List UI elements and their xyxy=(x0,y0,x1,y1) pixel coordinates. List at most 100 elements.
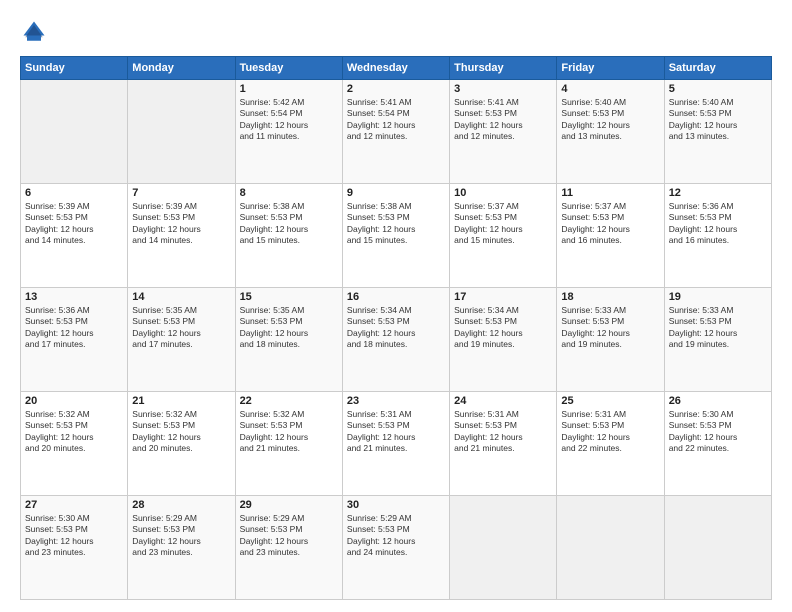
calendar-cell: 22 Sunrise: 5:32 AM Sunset: 5:53 PM Dayli… xyxy=(235,392,342,496)
calendar-cell: 7 Sunrise: 5:39 AM Sunset: 5:53 PM Daylig… xyxy=(128,184,235,288)
cell-info: Sunrise: 5:32 AM Sunset: 5:53 PM Dayligh… xyxy=(240,409,338,455)
calendar-row-2: 13 Sunrise: 5:36 AM Sunset: 5:53 PM Dayli… xyxy=(21,288,772,392)
calendar-cell: 28Sunrise: 5:29 AM Sunset: 5:53 PM Dayli… xyxy=(128,496,235,600)
calendar-cell xyxy=(450,496,557,600)
day-number: 4 xyxy=(561,83,659,95)
cell-info: Sunrise: 5:37 AM Sunset: 5:53 PM Dayligh… xyxy=(561,201,659,247)
calendar-cell: 18 Sunrise: 5:33 AM Sunset: 5:53 PM Dayli… xyxy=(557,288,664,392)
day-number: 24 xyxy=(454,395,552,407)
day-number: 14 xyxy=(132,291,230,303)
day-number: 27 xyxy=(25,499,123,511)
cell-info: Sunrise: 5:29 AM Sunset: 5:53 PM Dayligh… xyxy=(347,513,445,559)
cell-info: Sunrise: 5:33 AM Sunset: 5:53 PM Dayligh… xyxy=(561,305,659,351)
calendar-cell xyxy=(664,496,771,600)
day-number: 2 xyxy=(347,83,445,95)
calendar-cell: 19 Sunrise: 5:33 AM Sunset: 5:53 PM Dayli… xyxy=(664,288,771,392)
calendar-cell: 20 Sunrise: 5:32 AM Sunset: 5:53 PM Dayli… xyxy=(21,392,128,496)
cell-info: Sunrise: 5:31 AM Sunset: 5:53 PM Dayligh… xyxy=(347,409,445,455)
calendar-cell: 24 Sunrise: 5:31 AM Sunset: 5:53 PM Dayli… xyxy=(450,392,557,496)
calendar-cell: 2 Sunrise: 5:41 AM Sunset: 5:54 PM Daylig… xyxy=(342,80,449,184)
day-number: 26 xyxy=(669,395,767,407)
calendar-row-0: 1 Sunrise: 5:42 AM Sunset: 5:54 PM Daylig… xyxy=(21,80,772,184)
cell-info: Sunrise: 5:30 AM Sunset: 5:53 PM Dayligh… xyxy=(25,513,123,559)
cell-info: Sunrise: 5:34 AM Sunset: 5:53 PM Dayligh… xyxy=(347,305,445,351)
cell-info: Sunrise: 5:41 AM Sunset: 5:54 PM Dayligh… xyxy=(347,97,445,143)
day-number: 11 xyxy=(561,187,659,199)
day-number: 16 xyxy=(347,291,445,303)
calendar-cell: 5Sunrise: 5:40 AM Sunset: 5:53 PM Daylig… xyxy=(664,80,771,184)
cell-info: Sunrise: 5:40 AM Sunset: 5:53 PM Dayligh… xyxy=(669,97,767,143)
day-number: 18 xyxy=(561,291,659,303)
weekday-header-row: SundayMondayTuesdayWednesdayThursdayFrid… xyxy=(21,57,772,80)
weekday-header-thursday: Thursday xyxy=(450,57,557,80)
calendar-cell: 15 Sunrise: 5:35 AM Sunset: 5:53 PM Dayli… xyxy=(235,288,342,392)
logo xyxy=(20,18,52,46)
logo-icon xyxy=(20,18,48,46)
cell-info: Sunrise: 5:29 AM Sunset: 5:53 PM Dayligh… xyxy=(132,513,230,559)
calendar-table: SundayMondayTuesdayWednesdayThursdayFrid… xyxy=(20,56,772,600)
calendar-cell: 21 Sunrise: 5:32 AM Sunset: 5:53 PM Dayli… xyxy=(128,392,235,496)
header xyxy=(20,18,772,46)
calendar-cell: 10 Sunrise: 5:37 AM Sunset: 5:53 PM Dayli… xyxy=(450,184,557,288)
calendar-row-4: 27 Sunrise: 5:30 AM Sunset: 5:53 PM Dayli… xyxy=(21,496,772,600)
calendar-cell xyxy=(557,496,664,600)
cell-info: Sunrise: 5:39 AM Sunset: 5:53 PM Dayligh… xyxy=(25,201,123,247)
cell-info: Sunrise: 5:36 AM Sunset: 5:53 PM Dayligh… xyxy=(669,201,767,247)
cell-info: Sunrise: 5:39 AM Sunset: 5:53 PM Dayligh… xyxy=(132,201,230,247)
weekday-header-sunday: Sunday xyxy=(21,57,128,80)
calendar-cell: 16 Sunrise: 5:34 AM Sunset: 5:53 PM Dayli… xyxy=(342,288,449,392)
day-number: 19 xyxy=(669,291,767,303)
calendar-cell: 8 Sunrise: 5:38 AM Sunset: 5:53 PM Daylig… xyxy=(235,184,342,288)
day-number: 17 xyxy=(454,291,552,303)
day-number: 22 xyxy=(240,395,338,407)
day-number: 15 xyxy=(240,291,338,303)
calendar-cell: 4 Sunrise: 5:40 AM Sunset: 5:53 PM Daylig… xyxy=(557,80,664,184)
day-number: 6 xyxy=(25,187,123,199)
calendar-cell: 25Sunrise: 5:31 AM Sunset: 5:53 PM Dayli… xyxy=(557,392,664,496)
cell-info: Sunrise: 5:41 AM Sunset: 5:53 PM Dayligh… xyxy=(454,97,552,143)
day-number: 1 xyxy=(240,83,338,95)
calendar-row-3: 20 Sunrise: 5:32 AM Sunset: 5:53 PM Dayli… xyxy=(21,392,772,496)
cell-info: Sunrise: 5:36 AM Sunset: 5:53 PM Dayligh… xyxy=(25,305,123,351)
calendar-cell: 29 Sunrise: 5:29 AM Sunset: 5:53 PM Dayli… xyxy=(235,496,342,600)
day-number: 30 xyxy=(347,499,445,511)
weekday-header-tuesday: Tuesday xyxy=(235,57,342,80)
calendar-cell: 17Sunrise: 5:34 AM Sunset: 5:53 PM Dayli… xyxy=(450,288,557,392)
calendar-cell: 23 Sunrise: 5:31 AM Sunset: 5:53 PM Dayli… xyxy=(342,392,449,496)
cell-info: Sunrise: 5:35 AM Sunset: 5:53 PM Dayligh… xyxy=(240,305,338,351)
calendar-cell: 14 Sunrise: 5:35 AM Sunset: 5:53 PM Dayli… xyxy=(128,288,235,392)
cell-info: Sunrise: 5:35 AM Sunset: 5:53 PM Dayligh… xyxy=(132,305,230,351)
day-number: 3 xyxy=(454,83,552,95)
calendar-cell: 30 Sunrise: 5:29 AM Sunset: 5:53 PM Dayli… xyxy=(342,496,449,600)
calendar-cell: 26Sunrise: 5:30 AM Sunset: 5:53 PM Dayli… xyxy=(664,392,771,496)
cell-info: Sunrise: 5:40 AM Sunset: 5:53 PM Dayligh… xyxy=(561,97,659,143)
cell-info: Sunrise: 5:32 AM Sunset: 5:53 PM Dayligh… xyxy=(25,409,123,455)
cell-info: Sunrise: 5:32 AM Sunset: 5:53 PM Dayligh… xyxy=(132,409,230,455)
day-number: 25 xyxy=(561,395,659,407)
calendar-cell xyxy=(21,80,128,184)
day-number: 8 xyxy=(240,187,338,199)
calendar-row-1: 6 Sunrise: 5:39 AM Sunset: 5:53 PM Daylig… xyxy=(21,184,772,288)
cell-info: Sunrise: 5:38 AM Sunset: 5:53 PM Dayligh… xyxy=(240,201,338,247)
calendar-cell: 3 Sunrise: 5:41 AM Sunset: 5:53 PM Daylig… xyxy=(450,80,557,184)
day-number: 10 xyxy=(454,187,552,199)
calendar-cell: 6 Sunrise: 5:39 AM Sunset: 5:53 PM Daylig… xyxy=(21,184,128,288)
cell-info: Sunrise: 5:29 AM Sunset: 5:53 PM Dayligh… xyxy=(240,513,338,559)
calendar-cell: 13 Sunrise: 5:36 AM Sunset: 5:53 PM Dayli… xyxy=(21,288,128,392)
cell-info: Sunrise: 5:42 AM Sunset: 5:54 PM Dayligh… xyxy=(240,97,338,143)
cell-info: Sunrise: 5:37 AM Sunset: 5:53 PM Dayligh… xyxy=(454,201,552,247)
calendar-cell xyxy=(128,80,235,184)
day-number: 21 xyxy=(132,395,230,407)
weekday-header-friday: Friday xyxy=(557,57,664,80)
cell-info: Sunrise: 5:33 AM Sunset: 5:53 PM Dayligh… xyxy=(669,305,767,351)
day-number: 23 xyxy=(347,395,445,407)
day-number: 13 xyxy=(25,291,123,303)
page: SundayMondayTuesdayWednesdayThursdayFrid… xyxy=(0,0,792,612)
day-number: 7 xyxy=(132,187,230,199)
weekday-header-saturday: Saturday xyxy=(664,57,771,80)
day-number: 29 xyxy=(240,499,338,511)
day-number: 20 xyxy=(25,395,123,407)
cell-info: Sunrise: 5:31 AM Sunset: 5:53 PM Dayligh… xyxy=(454,409,552,455)
calendar-cell: 27 Sunrise: 5:30 AM Sunset: 5:53 PM Dayli… xyxy=(21,496,128,600)
cell-info: Sunrise: 5:38 AM Sunset: 5:53 PM Dayligh… xyxy=(347,201,445,247)
